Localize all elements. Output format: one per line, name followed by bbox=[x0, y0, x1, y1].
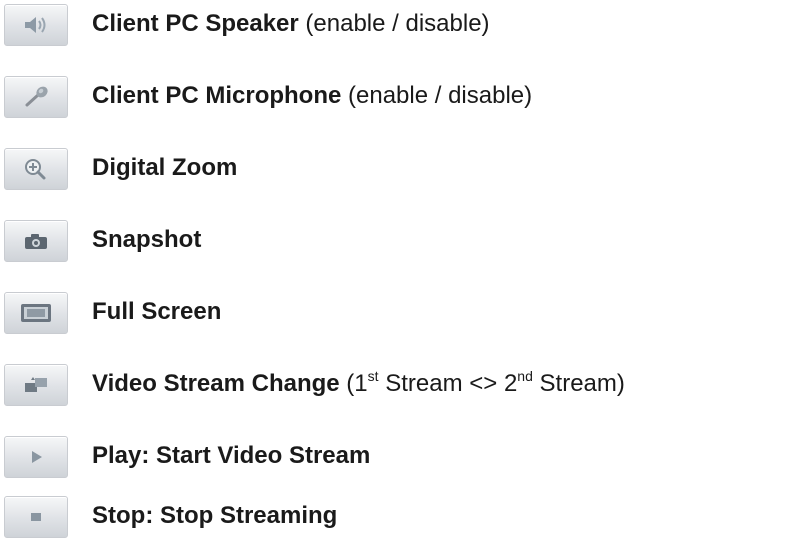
speaker-icon bbox=[25, 17, 46, 33]
legend-title: Video Stream Change bbox=[92, 370, 340, 397]
legend-title: Snapshot bbox=[92, 226, 202, 253]
stream-change-icon bbox=[25, 377, 47, 392]
legend-label: Snapshot bbox=[92, 224, 201, 256]
legend-suffix: (enable / disable) bbox=[341, 82, 533, 109]
play-icon bbox=[32, 451, 42, 463]
fullscreen-button[interactable] bbox=[4, 292, 68, 334]
legend-label: Digital Zoom bbox=[92, 152, 237, 184]
stop-button[interactable] bbox=[4, 496, 68, 538]
legend-row-stop: Stop: Stop Streaming bbox=[0, 494, 785, 544]
stop-icon bbox=[31, 513, 41, 521]
legend-label: Video Stream Change (1st Stream <> 2nd S… bbox=[92, 368, 625, 400]
legend-row-stream-change: Video Stream Change (1st Stream <> 2nd S… bbox=[0, 362, 785, 412]
zoom-icon bbox=[25, 159, 46, 180]
play-button[interactable] bbox=[4, 436, 68, 478]
legend-row-fullscreen: Full Screen bbox=[0, 290, 785, 340]
legend-row-zoom: Digital Zoom bbox=[0, 146, 785, 196]
legend-row-snapshot: Snapshot bbox=[0, 218, 785, 268]
stream-change-button[interactable] bbox=[4, 364, 68, 406]
legend-title: Digital Zoom bbox=[92, 154, 238, 181]
legend-title: Client PC Speaker bbox=[92, 10, 299, 37]
legend-suffix: (1 bbox=[339, 370, 368, 397]
legend-end: Stream) bbox=[532, 370, 625, 397]
speaker-button[interactable] bbox=[4, 4, 68, 46]
legend-label: Play: Start Video Stream bbox=[92, 440, 370, 472]
legend-title: Client PC Microphone bbox=[92, 82, 342, 109]
legend-row-play: Play: Start Video Stream bbox=[0, 434, 785, 484]
legend-row-microphone: Client PC Microphone (enable / disable) bbox=[0, 74, 785, 124]
zoom-button[interactable] bbox=[4, 148, 68, 190]
legend-label: Full Screen bbox=[92, 296, 221, 328]
superscript-nd: nd bbox=[517, 368, 533, 384]
legend-row-speaker: Client PC Speaker (enable / disable) bbox=[0, 2, 785, 52]
legend-label: Client PC Speaker (enable / disable) bbox=[92, 8, 490, 40]
legend-title: Stop: Stop Streaming bbox=[92, 502, 338, 529]
microphone-icon bbox=[25, 86, 48, 107]
legend-title: Play: Start Video Stream bbox=[92, 442, 371, 469]
legend-label: Stop: Stop Streaming bbox=[92, 500, 337, 532]
fullscreen-icon bbox=[21, 304, 51, 322]
legend-suffix: (enable / disable) bbox=[298, 10, 490, 37]
legend-middle: Stream <> 2 bbox=[378, 370, 518, 397]
legend-label: Client PC Microphone (enable / disable) bbox=[92, 80, 532, 112]
snapshot-button[interactable] bbox=[4, 220, 68, 262]
superscript-st: st bbox=[367, 368, 379, 384]
legend-title: Full Screen bbox=[92, 298, 222, 325]
camera-icon bbox=[25, 234, 47, 249]
microphone-button[interactable] bbox=[4, 76, 68, 118]
